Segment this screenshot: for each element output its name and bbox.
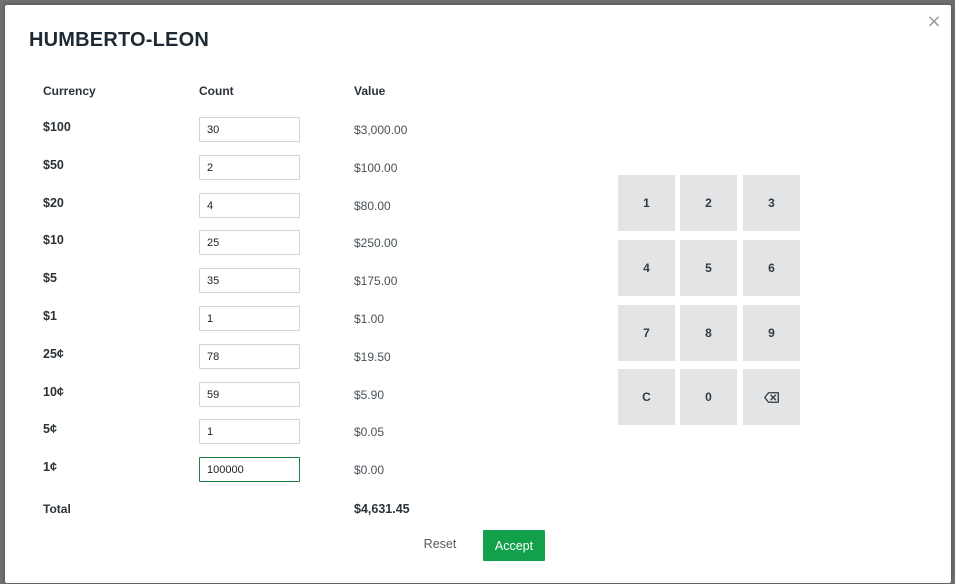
count-input-1c[interactable]: [199, 457, 300, 482]
keypad-key-5[interactable]: 5: [680, 240, 737, 296]
column-header-value: Value: [354, 84, 386, 98]
row-value: $80.00: [354, 199, 391, 213]
row-value: $0.05: [354, 425, 385, 439]
close-icon[interactable]: ×: [925, 13, 943, 31]
count-input-100[interactable]: [199, 117, 300, 142]
currency-label: $20: [43, 196, 64, 210]
keypad-key-0[interactable]: 0: [680, 369, 737, 425]
currency-label: $5: [43, 271, 57, 285]
table-row: $10 $250.00: [5, 230, 605, 258]
row-value: $250.00: [354, 236, 398, 250]
table-row: $100 $3,000.00: [5, 117, 605, 145]
table-row: 10¢ $5.90: [5, 382, 605, 410]
keypad-key-backspace[interactable]: [743, 369, 800, 425]
keypad-key-4[interactable]: 4: [618, 240, 675, 296]
row-value: $5.90: [354, 388, 385, 402]
table-row: 1¢ $0.00: [5, 457, 605, 485]
keypad-key-1[interactable]: 1: [618, 175, 675, 231]
count-input-5c[interactable]: [199, 419, 300, 444]
count-input-25c[interactable]: [199, 344, 300, 369]
count-input-10c[interactable]: [199, 382, 300, 407]
row-value: $175.00: [354, 274, 398, 288]
row-value: $0.00: [354, 463, 385, 477]
table-row: $20 $80.00: [5, 193, 605, 221]
table-row: 25¢ $19.50: [5, 344, 605, 372]
row-value: $1.00: [354, 312, 385, 326]
row-value: $3,000.00: [354, 123, 408, 137]
keypad-key-3[interactable]: 3: [743, 175, 800, 231]
total-value: $4,631.45: [354, 502, 410, 516]
currency-label: 10¢: [43, 385, 64, 399]
keypad-key-9[interactable]: 9: [743, 305, 800, 361]
count-input-50[interactable]: [199, 155, 300, 180]
table-row: $50 $100.00: [5, 155, 605, 183]
accept-button[interactable]: Accept: [483, 530, 545, 561]
row-value: $19.50: [354, 350, 391, 364]
keypad-key-clear[interactable]: C: [618, 369, 675, 425]
row-value: $100.00: [354, 161, 398, 175]
dialog-title: HUMBERTO-LEON: [29, 29, 210, 51]
keypad-key-2[interactable]: 2: [680, 175, 737, 231]
backspace-icon: [764, 392, 779, 404]
count-input-10[interactable]: [199, 230, 300, 255]
count-input-20[interactable]: [199, 193, 300, 218]
column-header-currency: Currency: [43, 84, 96, 98]
table-row: 5¢ $0.05: [5, 419, 605, 447]
table-row: $5 $175.00: [5, 268, 605, 296]
numeric-keypad: 1 2 3 4 5 6 7 8 9 C 0: [618, 175, 801, 427]
currency-label: $50: [43, 158, 64, 172]
keypad-key-7[interactable]: 7: [618, 305, 675, 361]
keypad-key-6[interactable]: 6: [743, 240, 800, 296]
table-row: $1 $1.00: [5, 306, 605, 334]
currency-label: 25¢: [43, 347, 64, 361]
keypad-key-8[interactable]: 8: [680, 305, 737, 361]
column-header-count: Count: [199, 84, 234, 98]
currency-label: $1: [43, 309, 57, 323]
currency-label: 1¢: [43, 460, 57, 474]
currency-label: 5¢: [43, 422, 57, 436]
cash-count-dialog: × HUMBERTO-LEON Currency Count Value $10…: [5, 5, 951, 583]
total-label: Total: [43, 502, 71, 516]
count-input-1[interactable]: [199, 306, 300, 331]
count-input-5[interactable]: [199, 268, 300, 293]
currency-label: $100: [43, 120, 71, 134]
currency-label: $10: [43, 233, 64, 247]
reset-button[interactable]: Reset: [415, 529, 465, 559]
